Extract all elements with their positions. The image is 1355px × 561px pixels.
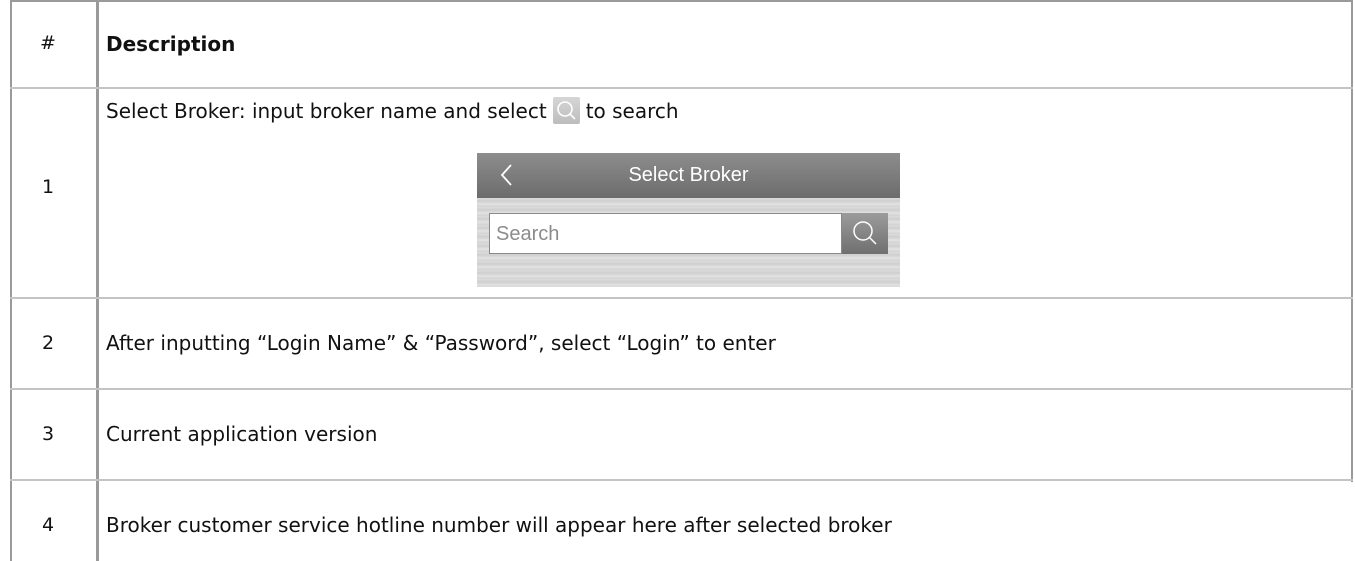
row-1-desc-prefix: Select Broker: input broker name and sel… (106, 99, 547, 123)
mockup-search-placeholder: Search (496, 223, 560, 245)
mockup-search-area: Search (477, 198, 900, 287)
row-divider (10, 297, 1353, 299)
header-description: Description (106, 32, 236, 56)
row-divider (10, 87, 1353, 89)
select-broker-mockup: Select Broker Search (477, 153, 900, 287)
table-column-divider (96, 0, 99, 561)
search-icon (853, 221, 877, 245)
row-divider (10, 479, 1353, 481)
row-1-desc-suffix: to search (585, 99, 679, 123)
row-1-desc: Select Broker: input broker name and sel… (106, 97, 679, 124)
row-3-num: 3 (41, 423, 55, 445)
header-num: # (40, 32, 56, 54)
mockup-search-input[interactable]: Search (489, 213, 842, 254)
row-2-num: 2 (41, 332, 55, 354)
mockup-nav-bar: Select Broker (477, 153, 900, 198)
row-2-desc: After inputting “Login Name” & “Password… (106, 331, 776, 355)
description-table: # Description 1 Select Broker: input bro… (0, 0, 1355, 561)
table-right-border (1351, 0, 1353, 482)
mockup-search-button[interactable] (842, 213, 888, 254)
search-icon (552, 97, 580, 124)
row-3-desc: Current application version (106, 422, 378, 446)
table-left-border (10, 0, 12, 561)
row-4-num: 4 (41, 514, 55, 536)
row-4-desc: Broker customer service hotline number w… (106, 513, 892, 537)
row-1-num: 1 (41, 176, 55, 198)
mockup-title: Select Broker (628, 164, 749, 186)
table-top-border (10, 0, 1353, 2)
row-divider (10, 388, 1353, 390)
